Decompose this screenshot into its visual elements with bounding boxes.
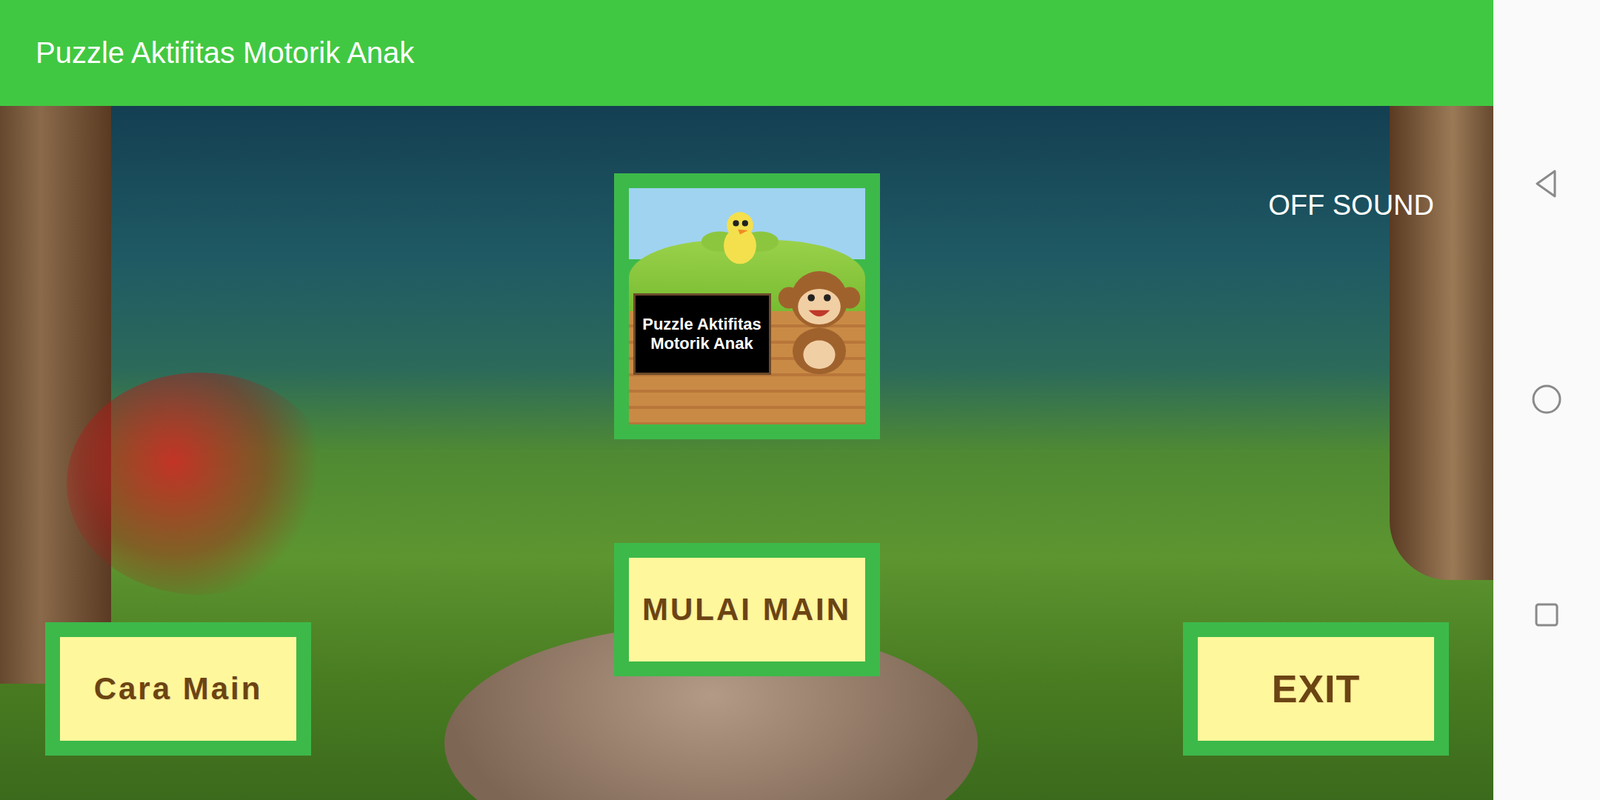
- game-screen: Puzzle Aktifitas Motorik AnakPuzzle Akti…: [0, 0, 1600, 800]
- app-title: Puzzle Aktifitas Motorik Anak: [35, 36, 415, 70]
- main-area: Puzzle Aktifitas Motorik AnakPuzzle Akti…: [0, 0, 1494, 800]
- home-icon[interactable]: [1528, 380, 1566, 418]
- game-logo: Puzzle Aktifitas Motorik Anak: [614, 173, 880, 440]
- recents-icon[interactable]: [1528, 596, 1566, 634]
- how-to-play-button[interactable]: Cara Main: [45, 622, 312, 756]
- forest-stage: Puzzle Aktifitas Motorik Anak OFF SOUND Ca…: [0, 105, 1494, 800]
- red-flowers: [66, 372, 334, 595]
- monkey-icon: [774, 262, 864, 378]
- sound-toggle[interactable]: OFF SOUND: [1268, 189, 1435, 222]
- logo-art: Puzzle Aktifitas Motorik Anak: [628, 188, 866, 425]
- system-nav-bar: [1493, 0, 1600, 800]
- bird-icon: [699, 202, 781, 275]
- logo-sign: Puzzle Aktifitas Motorik Anak: [633, 293, 772, 375]
- start-button[interactable]: MULAI MAIN: [614, 542, 880, 677]
- tree-trunk: [1389, 105, 1494, 580]
- app-bar: Puzzle Aktifitas Motorik Anak: [0, 0, 1494, 106]
- tree-trunk: [0, 105, 112, 684]
- button-label: MULAI MAIN: [642, 591, 852, 628]
- button-label: EXIT: [1271, 666, 1361, 712]
- logo-text: Puzzle Aktifitas Motorik Anak: [641, 314, 763, 355]
- button-label: Cara Main: [94, 671, 263, 707]
- exit-button[interactable]: EXIT: [1182, 622, 1449, 756]
- back-icon[interactable]: [1528, 165, 1566, 203]
